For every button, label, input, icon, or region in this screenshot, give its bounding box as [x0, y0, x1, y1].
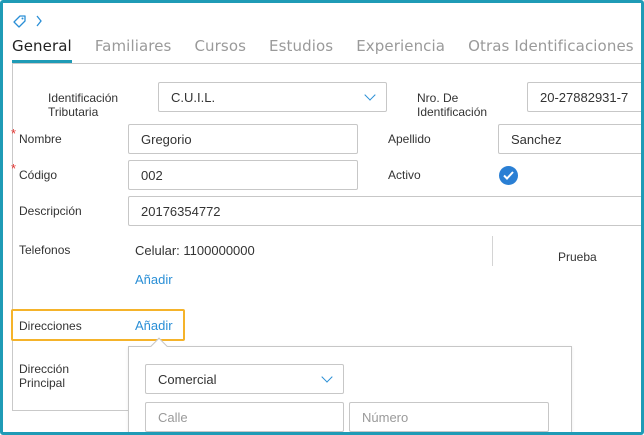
- telefonos-label: Telefonos: [19, 243, 71, 257]
- app-frame: General Familiares Cursos Estudios Exper…: [0, 0, 644, 435]
- numero-placeholder: Número: [362, 409, 409, 425]
- codigo-label: Código: [19, 168, 58, 182]
- tab-divider: [12, 63, 641, 64]
- telefono-entry: Celular: 1100000000: [135, 243, 255, 258]
- id-tributaria-value: C.U.I.L.: [171, 89, 216, 105]
- codigo-value: 002: [141, 167, 163, 183]
- nro-id-field[interactable]: 20-27882931-7: [527, 82, 641, 112]
- nombre-field[interactable]: Gregorio: [128, 124, 358, 154]
- nro-id-value: 20-27882931-7: [540, 89, 629, 105]
- chevron-down-icon: [364, 89, 376, 101]
- breadcrumb: [12, 11, 43, 31]
- direcciones-label: Direcciones: [19, 319, 82, 333]
- add-telefono-link[interactable]: Añadir: [135, 272, 173, 287]
- chevron-down-icon: [321, 371, 333, 383]
- activo-checkbox[interactable]: [499, 166, 518, 185]
- form-bottom-border: [12, 410, 128, 411]
- telefono-divider: [492, 236, 493, 266]
- nombre-value: Gregorio: [141, 131, 192, 147]
- calle-input[interactable]: Calle: [145, 402, 344, 432]
- telefono-note: Prueba: [558, 250, 597, 264]
- id-tributaria-select[interactable]: C.U.I.L.: [158, 82, 387, 112]
- tab-otras-identificaciones[interactable]: Otras Identificaciones: [468, 37, 634, 63]
- tag-icon[interactable]: [12, 14, 27, 29]
- apellido-label: Apellido: [388, 132, 431, 146]
- tab-cursos[interactable]: Cursos: [194, 37, 246, 63]
- direccion-type-select[interactable]: Comercial: [145, 364, 344, 394]
- tab-bar: General Familiares Cursos Estudios Exper…: [12, 37, 641, 63]
- required-mark: *: [11, 161, 17, 176]
- descripcion-label: Descripción: [19, 204, 82, 218]
- calle-placeholder: Calle: [158, 409, 188, 425]
- codigo-field[interactable]: 002: [128, 160, 358, 190]
- direccion-type-value: Comercial: [158, 371, 217, 387]
- required-mark: *: [11, 126, 17, 141]
- check-icon: [503, 171, 514, 180]
- add-direccion-link[interactable]: Añadir: [135, 318, 173, 333]
- tab-estudios[interactable]: Estudios: [269, 37, 333, 63]
- tab-general[interactable]: General: [12, 37, 72, 63]
- tab-familiares[interactable]: Familiares: [95, 37, 172, 63]
- tab-experiencia[interactable]: Experiencia: [356, 37, 445, 63]
- descripcion-value: 20176354772: [141, 203, 221, 219]
- form-left-border: [12, 64, 13, 410]
- apellido-value: Sanchez: [511, 131, 562, 147]
- chevron-right-icon: [35, 15, 43, 27]
- activo-label: Activo: [388, 168, 421, 182]
- direccion-principal-label: Dirección Principal: [19, 362, 70, 390]
- nombre-label: Nombre: [19, 132, 62, 146]
- nro-id-label: Nro. De Identificación: [417, 91, 488, 119]
- descripcion-field[interactable]: 20176354772: [128, 196, 641, 226]
- id-tributaria-label: Identificación Tributaria: [48, 91, 119, 119]
- apellido-field[interactable]: Sanchez: [498, 124, 641, 154]
- numero-input[interactable]: Número: [349, 402, 549, 432]
